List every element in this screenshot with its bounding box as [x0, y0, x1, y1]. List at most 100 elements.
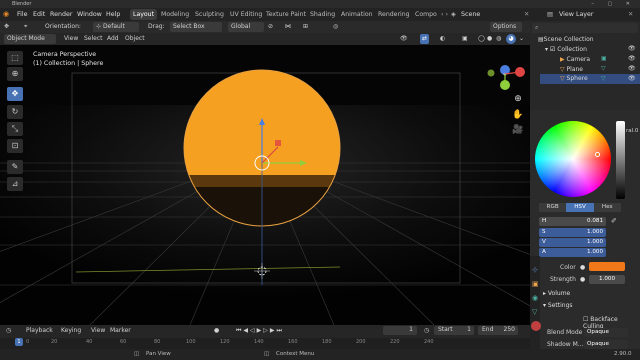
menu-render[interactable]: Render [50, 9, 72, 20]
tab-compositing[interactable]: Compo [415, 9, 437, 20]
tab-hsv[interactable]: HSV [566, 203, 594, 212]
solid-shading-icon[interactable]: ● [487, 34, 492, 44]
rendered-shading-icon[interactable]: ◕ [506, 34, 516, 44]
menu-add[interactable]: Add [107, 34, 119, 44]
tab-animation[interactable]: Animation [341, 9, 373, 20]
transform-tool-icon[interactable]: ⊡ [7, 139, 23, 153]
start-frame-field[interactable]: Start 1 [434, 326, 474, 335]
pivot-icon[interactable]: ⊘ [268, 22, 273, 32]
visibility-eye-icon[interactable]: 👁 [628, 65, 636, 72]
saturation-field[interactable]: S 1.000 [539, 228, 606, 237]
playhead[interactable]: 1 [15, 338, 23, 346]
playback-menu[interactable]: Playback [26, 327, 53, 334]
pan-icon[interactable]: ✋ [511, 108, 525, 122]
visibility-eye-icon[interactable]: 👁 [628, 55, 636, 62]
options-dropdown[interactable]: Options [490, 22, 522, 32]
scene-name[interactable]: Scene [461, 9, 480, 20]
value-field[interactable]: V 1.000 [539, 238, 606, 247]
visibility-eye-icon[interactable]: 👁 [628, 45, 636, 52]
annotate-tool-icon[interactable]: ✎ [7, 160, 23, 174]
end-frame-field[interactable]: End 250 [478, 326, 518, 335]
menu-window[interactable]: Window [77, 9, 102, 20]
tab-uv-editing[interactable]: UV Editing [230, 9, 262, 20]
outliner-item-sphere[interactable]: ▽ Sphere [540, 74, 640, 84]
snap-target-icon[interactable]: ⊞ [303, 22, 308, 32]
outliner-item-collection[interactable]: ▾ ☑ Collection [545, 45, 587, 55]
rotate-tool-icon[interactable]: ↻ [7, 105, 23, 119]
color-wheel-cursor[interactable] [595, 152, 600, 157]
move-tool-icon[interactable]: ✥ [7, 87, 23, 101]
mode-dropdown[interactable]: Object Mode [4, 34, 56, 44]
physics-props-icon[interactable]: ◉ [532, 294, 538, 302]
value-slider[interactable] [616, 121, 625, 199]
material-shading-icon[interactable]: ◍ [496, 34, 501, 44]
emission-color-swatch[interactable] [589, 262, 625, 271]
3d-viewport[interactable]: ⬚ ⊕ ✥ ↻ ⤡ ⊡ ✎ ⊿ ⊕ ✋ 🎥 [0, 45, 530, 325]
timeline-view-menu[interactable]: View [91, 327, 105, 334]
menu-object[interactable]: Object [125, 34, 145, 44]
blend-mode-dropdown[interactable]: Opaque [584, 328, 628, 337]
tab-layout[interactable]: Layout [130, 9, 158, 20]
view-layer-name[interactable]: View Layer [559, 9, 594, 20]
proportional-icon[interactable]: ◎ [333, 22, 338, 32]
tab-shading[interactable]: Shading [310, 9, 335, 20]
shading-options-icon[interactable]: ⌄ [519, 34, 524, 44]
gizmo-icon[interactable]: ⇄ [420, 34, 430, 44]
tab-rendering[interactable]: Rendering [378, 9, 410, 20]
strength-field[interactable]: 1.000 [589, 275, 625, 284]
scene-close-icon[interactable]: ✕ [524, 9, 529, 20]
outliner-item-camera[interactable]: ▶ Camera [560, 55, 590, 65]
menu-select[interactable]: Select [84, 34, 103, 44]
cursor-tool-icon[interactable]: ⊕ [7, 67, 23, 81]
menu-edit[interactable]: Edit [33, 9, 45, 20]
transform-orientation-dropdown[interactable]: Global [228, 22, 264, 32]
snap-icon[interactable]: ⋈ [285, 22, 291, 32]
tab-texture-paint[interactable]: Texture Paint [266, 9, 306, 20]
tweak-tool-icon[interactable]: ⬚ [7, 51, 23, 65]
material-props-icon[interactable] [531, 321, 541, 331]
camera-view-icon[interactable]: 🎥 [511, 123, 525, 137]
scale-tool-icon[interactable]: ⤡ [7, 122, 23, 136]
alpha-field[interactable]: A 1.000 [539, 248, 606, 257]
volume-panel-header[interactable]: ▸ Volume [543, 289, 633, 299]
shadow-mode-dropdown[interactable]: Opaque [584, 340, 628, 349]
current-frame-field[interactable]: 1 [383, 326, 417, 335]
eyedropper-icon[interactable]: ✐ [611, 217, 617, 225]
scene-props-icon[interactable]: ⊹ [532, 266, 538, 274]
transform-tool-icon[interactable]: ✥ [4, 22, 9, 32]
menu-help[interactable]: Help [106, 9, 120, 20]
overlay-icon[interactable]: ◐ [440, 34, 445, 44]
marker-menu[interactable]: Marker [110, 327, 131, 334]
tab-sculpting[interactable]: Sculpting [195, 9, 224, 20]
record-icon[interactable]: ● [214, 327, 219, 334]
keying-menu[interactable]: Keying [61, 327, 81, 334]
menu-file[interactable]: File [17, 9, 28, 20]
mesh-data-props-icon[interactable]: ▽ [532, 308, 537, 316]
workspace-arrows[interactable]: ‹ › [441, 9, 448, 20]
view-layer-close-icon[interactable]: ✕ [628, 9, 633, 20]
timeline-editor-icon[interactable]: ◷ [6, 327, 11, 334]
visibility-icon[interactable]: 👁 [400, 34, 408, 44]
orientation-dropdown[interactable]: ⊹ Default [93, 22, 139, 32]
blender-logo-icon[interactable]: ◉ [3, 9, 9, 20]
keyframe-dot-icon[interactable]: ● [580, 264, 585, 271]
tab-hex[interactable]: Hex [593, 203, 621, 212]
tab-modeling[interactable]: Modeling [161, 9, 189, 20]
menu-view[interactable]: View [64, 34, 78, 44]
playback-controls-icon[interactable]: ⏮◀◁▶▷▶⏭ [236, 327, 284, 335]
keyframe-dot-icon[interactable]: ● [580, 276, 585, 283]
color-wheel[interactable] [535, 121, 617, 199]
window-controls[interactable]: – ▢ ✕ [591, 0, 636, 8]
outliner-scene-collection[interactable]: ▤ Scene Collection [538, 35, 594, 45]
wireframe-shading-icon[interactable]: ◯ [478, 34, 485, 44]
outliner-search[interactable]: ⌕ [532, 23, 638, 33]
zoom-icon[interactable]: ⊕ [511, 92, 525, 106]
measure-tool-icon[interactable]: ⊿ [7, 177, 23, 191]
hue-field[interactable]: H 0.081 [539, 217, 606, 226]
timeline-ruler[interactable]: 1 0 20 40 60 80 100 120 140 160 180 200 … [0, 338, 530, 349]
tab-rgb[interactable]: RGB [539, 203, 567, 212]
object-props-icon[interactable]: ▣ [532, 280, 539, 288]
settings-panel-header[interactable]: ▾ Settings [543, 301, 633, 311]
xray-icon[interactable]: ▣ [462, 34, 468, 44]
drag-dropdown[interactable]: Select Box [170, 22, 222, 32]
